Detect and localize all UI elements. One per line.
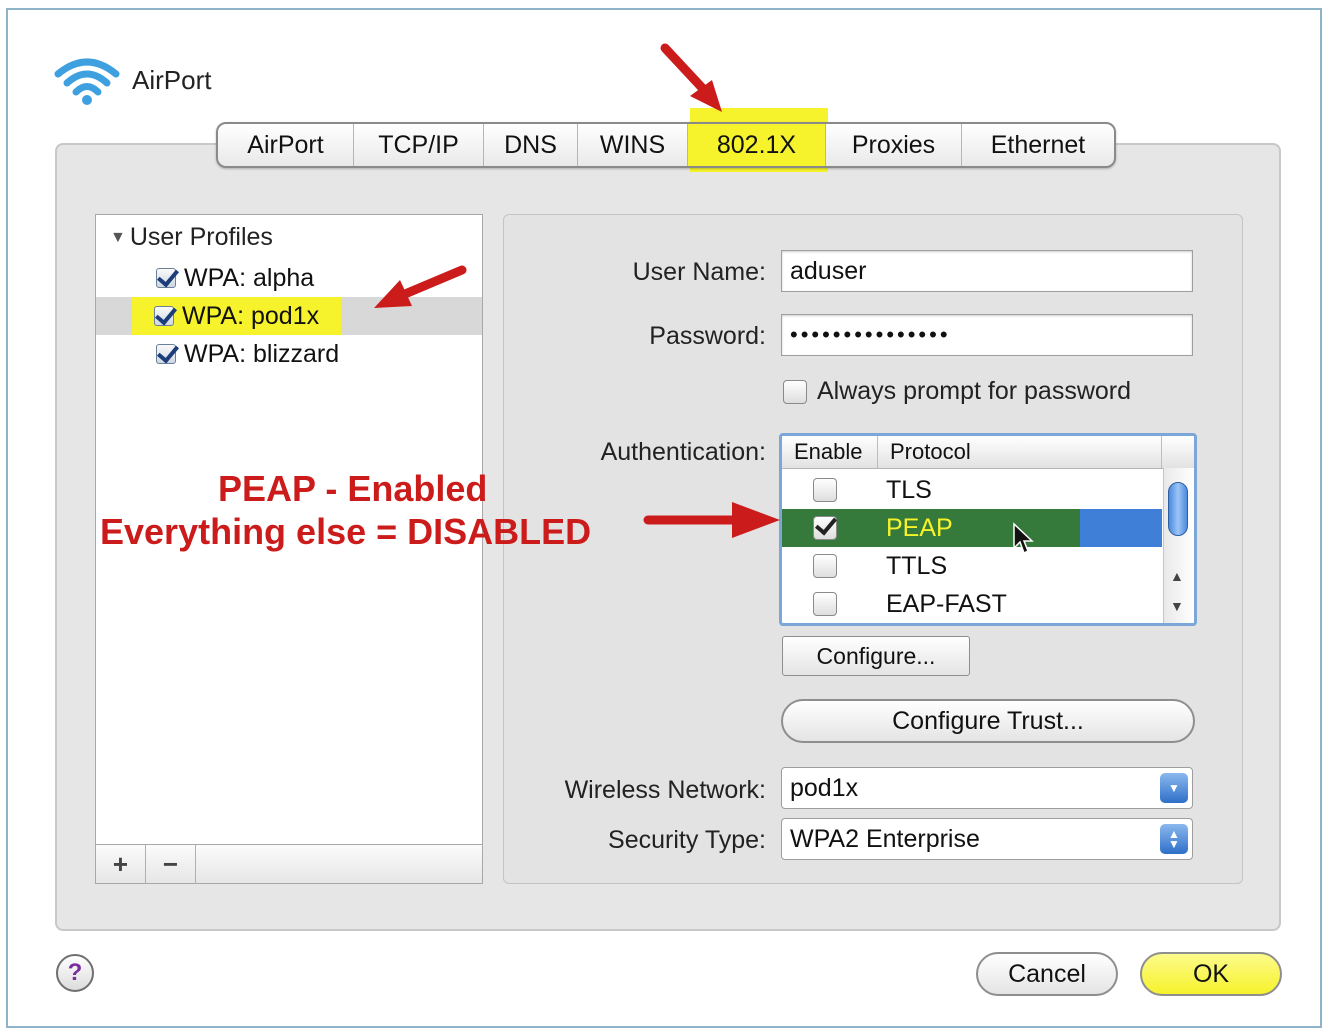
authentication-label: Authentication: <box>600 438 766 466</box>
auth-table-scrollbar[interactable]: ▲ ▼ <box>1163 468 1194 623</box>
configure-button[interactable]: Configure... <box>782 636 970 676</box>
profile-list-toolbar: + − <box>96 844 482 883</box>
cancel-button[interactable]: Cancel <box>976 952 1118 996</box>
tab-8021x[interactable]: 802.1X <box>688 124 826 166</box>
profile-label: WPA: pod1x <box>182 301 320 330</box>
annotation-line1: PEAP - Enabled <box>218 468 488 509</box>
protocol-column-header[interactable]: Protocol <box>878 436 1162 468</box>
enable-column-header[interactable]: Enable <box>782 436 878 468</box>
tab-ethernet[interactable]: Ethernet <box>962 124 1114 166</box>
tab-proxies[interactable]: Proxies <box>826 124 962 166</box>
add-profile-button[interactable]: + <box>96 845 146 883</box>
user-profiles-label: User Profiles <box>129 223 273 251</box>
auth-table-header: Enable Protocol <box>782 436 1194 469</box>
auth-enable-checkbox[interactable] <box>813 554 837 578</box>
wireless-network-label: Wireless Network: <box>564 776 766 804</box>
ok-button[interactable]: OK <box>1140 952 1282 996</box>
profile-checkbox[interactable] <box>156 344 176 364</box>
disclosure-triangle-icon[interactable]: ▼ <box>110 229 126 247</box>
user-profiles-header[interactable]: ▼ User Profiles <box>110 223 273 252</box>
wireless-network-value: pod1x <box>790 773 859 802</box>
tab-bar: AirPort TCP/IP DNS WINS 802.1X Proxies E… <box>216 122 1116 168</box>
mouse-cursor-icon <box>1013 522 1034 555</box>
auth-protocol-name: TTLS <box>886 551 948 580</box>
auth-row-eap-fast[interactable]: EAP-FAST <box>782 585 1162 623</box>
tab-dns[interactable]: DNS <box>484 124 578 166</box>
security-type-value: WPA2 Enterprise <box>790 824 980 853</box>
scroll-down-arrow-icon[interactable]: ▼ <box>1170 598 1184 614</box>
scroll-up-arrow-icon[interactable]: ▲ <box>1170 568 1184 584</box>
auth-enable-checkbox[interactable] <box>813 478 837 502</box>
window-title-bar: AirPort <box>52 50 211 110</box>
scrollbar-thumb[interactable] <box>1168 482 1188 536</box>
always-prompt-label: Always prompt for password <box>817 377 1132 405</box>
profile-checkbox[interactable] <box>156 268 176 288</box>
auth-enable-checkbox[interactable] <box>813 592 837 616</box>
auth-protocol-name: EAP-FAST <box>886 589 1007 618</box>
always-prompt-checkbox[interactable] <box>783 379 807 404</box>
tab-tcpip[interactable]: TCP/IP <box>354 124 484 166</box>
profile-item-pod1x[interactable]: WPA: pod1x <box>96 297 482 335</box>
tab-wins[interactable]: WINS <box>578 124 688 166</box>
profile-item-blizzard[interactable]: WPA: blizzard <box>96 335 482 373</box>
auth-protocol-name: PEAP <box>886 513 953 542</box>
auth-row-tls[interactable]: TLS <box>782 471 1162 509</box>
security-type-label: Security Type: <box>608 826 766 854</box>
help-button[interactable]: ? <box>56 954 94 992</box>
remove-profile-button[interactable]: − <box>146 845 196 883</box>
security-type-select[interactable]: WPA2 Enterprise ▲ ▼ <box>781 818 1193 860</box>
annotation-line2: Everything else = DISABLED <box>100 511 592 552</box>
window-title: AirPort <box>132 64 212 95</box>
chevron-down-icon[interactable]: ▼ <box>1160 773 1188 803</box>
user-name-field[interactable]: aduser <box>781 250 1193 292</box>
always-prompt-row[interactable]: Always prompt for password <box>783 377 1131 406</box>
tab-airport[interactable]: AirPort <box>218 124 354 166</box>
auth-row-peap[interactable]: PEAP <box>782 509 1162 547</box>
password-field[interactable]: ••••••••••••••• <box>781 314 1193 356</box>
profile-checkbox[interactable] <box>154 306 174 326</box>
authentication-table: Enable Protocol TLS PEAP TTLS EAP-FAST ▲… <box>779 433 1197 626</box>
user-name-label: User Name: <box>632 258 766 286</box>
password-label: Password: <box>649 322 766 350</box>
wireless-network-combo[interactable]: pod1x ▼ <box>781 767 1193 809</box>
auth-protocol-name: TLS <box>886 475 932 504</box>
profile-label: WPA: blizzard <box>184 339 340 368</box>
wifi-icon <box>54 58 120 105</box>
auth-enable-checkbox[interactable] <box>813 516 837 540</box>
configure-trust-button[interactable]: Configure Trust... <box>781 699 1195 743</box>
profile-item-alpha[interactable]: WPA: alpha <box>96 259 482 297</box>
profile-label: WPA: alpha <box>184 263 315 292</box>
auth-row-ttls[interactable]: TTLS <box>782 547 1162 585</box>
updown-arrows-icon[interactable]: ▲ ▼ <box>1160 824 1188 854</box>
